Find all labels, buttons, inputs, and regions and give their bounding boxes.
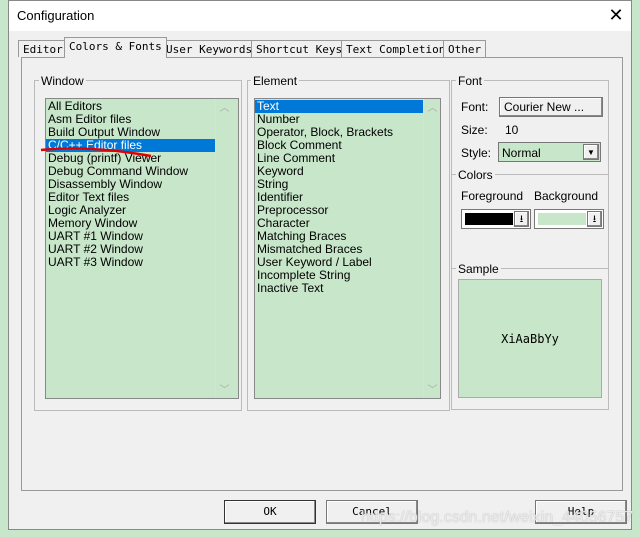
- font-label: Font:: [461, 100, 489, 114]
- size-value: 10: [505, 123, 519, 137]
- scroll-down-icon[interactable]: ﹀: [424, 381, 440, 396]
- sample-label: Sample: [456, 262, 501, 276]
- tab-user-keywords[interactable]: User Keywords: [161, 40, 258, 57]
- window-list-item[interactable]: UART #3 Window: [46, 256, 215, 269]
- font-group-label: Font: [456, 74, 485, 88]
- tab-editor[interactable]: Editor: [18, 40, 68, 57]
- scroll-up-icon[interactable]: ︿: [216, 99, 233, 114]
- ok-button[interactable]: OK: [224, 500, 316, 524]
- scroll-up-icon[interactable]: ︿: [424, 99, 440, 114]
- tab-text-completion[interactable]: Text Completion: [341, 40, 451, 57]
- font-select-button[interactable]: Courier New ...: [499, 97, 603, 117]
- size-label: Size:: [461, 123, 488, 137]
- foreground-swatch: [465, 213, 513, 225]
- dropdown-arrow-icon[interactable]: ⭳: [587, 211, 602, 227]
- element-list-scrollbar[interactable]: ︿ ﹀: [423, 99, 440, 398]
- tab-shortcut-keys[interactable]: Shortcut Keys: [251, 40, 348, 57]
- red-underline-annotation: [40, 147, 152, 158]
- dialog-title: Configuration: [17, 8, 95, 23]
- foreground-label: Foreground: [461, 189, 524, 203]
- watermark: https://blog.csdn.net/weixin_44056757: [361, 509, 634, 526]
- style-label: Style:: [461, 146, 492, 160]
- scroll-down-icon[interactable]: ﹀: [216, 381, 233, 396]
- foreground-color-picker[interactable]: ⭳: [461, 209, 531, 229]
- colors-label: Colors: [456, 168, 495, 182]
- element-group-label: Element: [251, 74, 300, 88]
- sample-text: XiAaBbYy: [501, 331, 559, 346]
- configuration-dialog: Configuration ✕ Editor Colors & Fonts Us…: [8, 0, 634, 530]
- style-dropdown[interactable]: Normal ▼: [498, 142, 601, 162]
- background-color-picker[interactable]: ⭳: [534, 209, 604, 229]
- chevron-down-icon[interactable]: ▼: [583, 144, 599, 160]
- close-icon[interactable]: ✕: [605, 5, 627, 26]
- sample-preview: XiAaBbYy: [458, 279, 602, 398]
- element-list[interactable]: Text Number Operator, Block, Brackets Block…: [254, 98, 441, 399]
- dropdown-arrow-icon[interactable]: ⭳: [514, 211, 529, 227]
- background-label: Background: [534, 189, 599, 203]
- tab-colors-fonts[interactable]: Colors & Fonts: [64, 37, 167, 58]
- background-swatch: [538, 213, 586, 225]
- title-bar: Configuration ✕: [9, 1, 631, 31]
- tab-other[interactable]: Other: [443, 40, 487, 57]
- style-value: Normal: [502, 146, 541, 160]
- window-list-scrollbar[interactable]: ︿ ﹀: [215, 99, 233, 398]
- element-list-item[interactable]: Inactive Text: [255, 282, 423, 295]
- window-group-label: Window: [39, 74, 86, 88]
